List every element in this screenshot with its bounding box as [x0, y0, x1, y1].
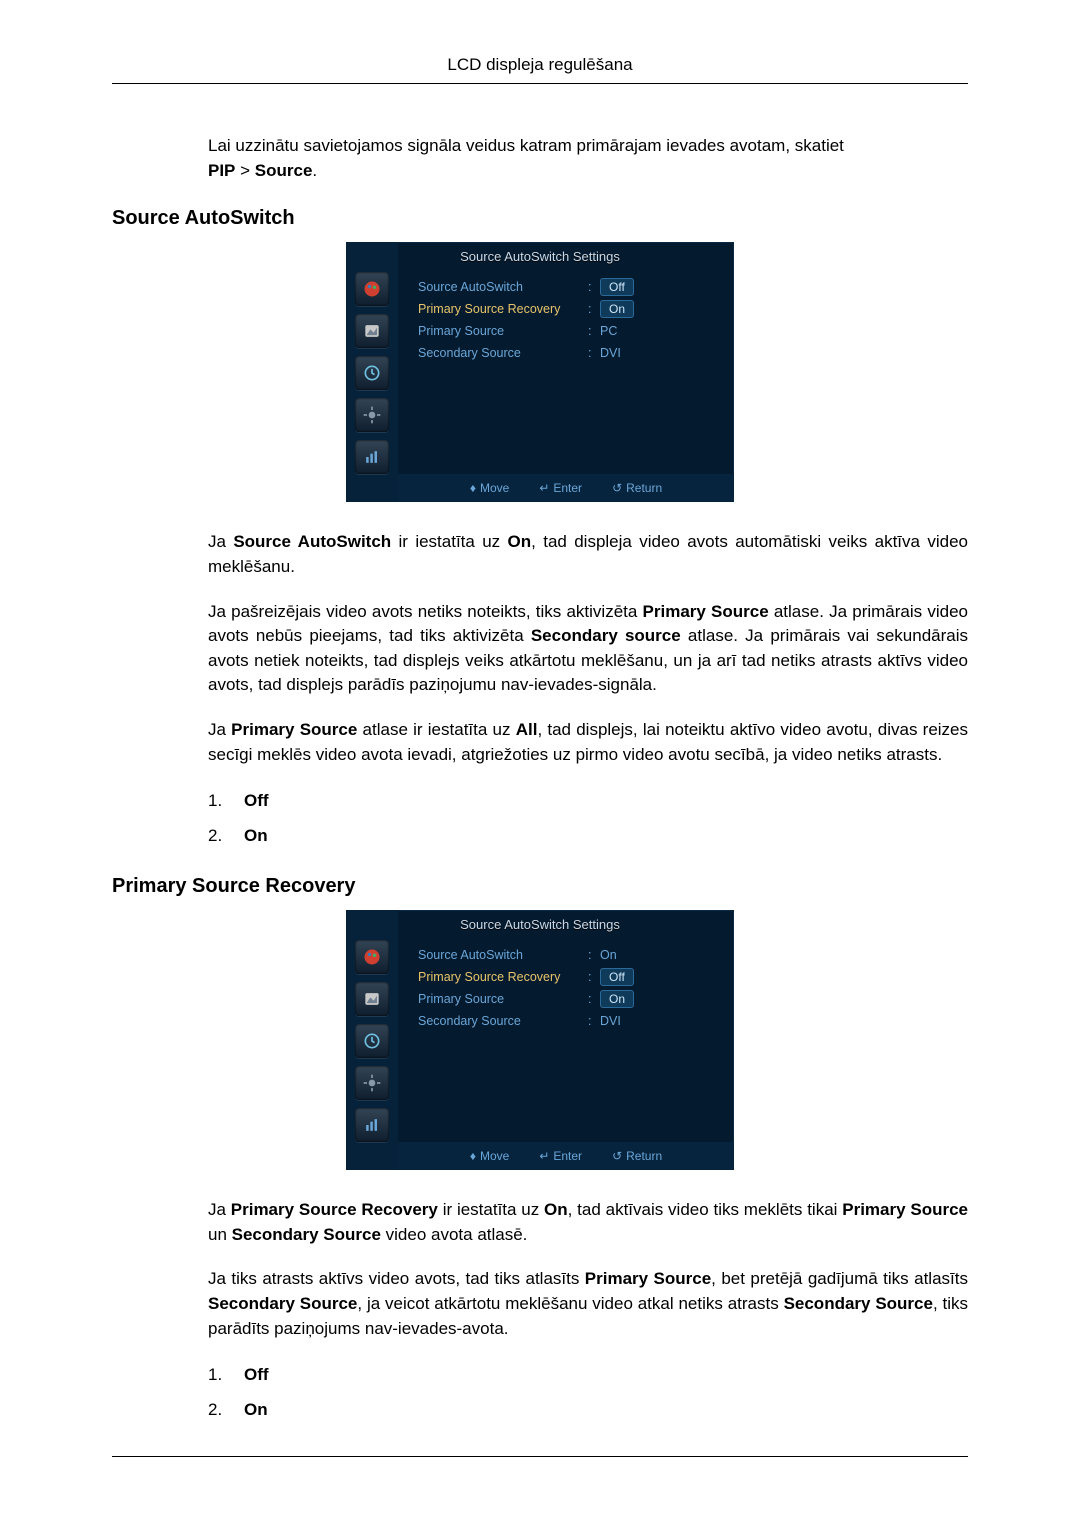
palette-icon: [355, 940, 389, 974]
chart-icon: [355, 440, 389, 474]
list-value: Off: [244, 787, 269, 816]
move-hint: ♦ Move: [470, 1149, 509, 1163]
osd-value: Off: [600, 968, 720, 986]
clock-icon: [355, 356, 389, 390]
list-value: On: [244, 822, 268, 851]
return-hint: ↺ Return: [612, 1149, 662, 1163]
list-item: 2. On: [208, 1396, 968, 1425]
osd-screenshot-2: Source AutoSwitch Settings Source AutoSw…: [112, 910, 968, 1170]
section-title-source-autoswitch: Source AutoSwitch: [112, 207, 968, 230]
osd-row: Primary Source Recovery : Off: [418, 966, 720, 988]
return-hint: ↺ Return: [612, 481, 662, 495]
osd-value: PC: [600, 324, 720, 338]
osd-label: Primary Source: [418, 992, 588, 1006]
osd-row: Source AutoSwitch : On: [418, 944, 720, 966]
list-item: 1. Off: [208, 1361, 968, 1390]
osd-body: Source AutoSwitch : Off Primary Source R…: [398, 242, 734, 502]
list-num: 1.: [208, 1361, 226, 1390]
osd-value: DVI: [600, 1014, 720, 1028]
osd-label: Primary Source Recovery: [418, 970, 588, 984]
osd-label: Primary Source: [418, 324, 588, 338]
osd-sidebar: [346, 910, 398, 1170]
palette-icon: [355, 272, 389, 306]
osd-value: On: [600, 300, 720, 318]
intro-gt: >: [235, 161, 254, 180]
list-value: On: [244, 1396, 268, 1425]
list-value: Off: [244, 1361, 269, 1390]
intro-period: .: [312, 161, 317, 180]
osd-value: On: [600, 990, 720, 1008]
clock-icon: [355, 1024, 389, 1058]
list-item: 1. Off: [208, 787, 968, 816]
osd-row: Primary Source : On: [418, 988, 720, 1010]
list-item: 2. On: [208, 822, 968, 851]
osd-label: Primary Source Recovery: [418, 302, 588, 316]
picture-icon: [355, 982, 389, 1016]
picture-icon: [355, 314, 389, 348]
osd-row: Secondary Source : DVI: [418, 342, 720, 364]
osd-row: Secondary Source : DVI: [418, 1010, 720, 1032]
osd-panel: Source AutoSwitch Settings Source AutoSw…: [346, 242, 734, 502]
osd-value: On: [600, 948, 720, 962]
enter-hint: ↵ Enter: [539, 481, 582, 495]
move-hint: ♦ Move: [470, 481, 509, 495]
osd-footer: ♦ Move ↵ Enter ↺ Return: [398, 474, 734, 502]
osd-value: Off: [600, 278, 720, 296]
chart-icon: [355, 1108, 389, 1142]
paragraph: Ja Source AutoSwitch ir iestatīta uz On,…: [208, 530, 968, 579]
list-num: 2.: [208, 822, 226, 851]
osd-footer: ♦ Move ↵ Enter ↺ Return: [398, 1142, 734, 1170]
intro-pip: PIP: [208, 161, 235, 180]
page: LCD displeja regulēšana Lai uzzinātu sav…: [0, 0, 1080, 1527]
osd-row: Primary Source Recovery : On: [418, 298, 720, 320]
osd-label: Secondary Source: [418, 1014, 588, 1028]
paragraph: Ja Primary Source atlase ir iestatīta uz…: [208, 718, 968, 767]
osd-value: DVI: [600, 346, 720, 360]
page-header: LCD displeja regulēšana: [112, 55, 968, 84]
list-num: 1.: [208, 787, 226, 816]
osd-row: Primary Source : PC: [418, 320, 720, 342]
section-title-primary-source-recovery: Primary Source Recovery: [112, 875, 968, 898]
intro-line1: Lai uzzinātu savietojamos signāla veidus…: [208, 136, 844, 155]
osd-row: Source AutoSwitch : Off: [418, 276, 720, 298]
osd-body: Source AutoSwitch : On Primary Source Re…: [398, 910, 734, 1170]
list-num: 2.: [208, 1396, 226, 1425]
osd-sidebar: [346, 242, 398, 502]
paragraph: Ja tiks atrasts aktīvs video avots, tad …: [208, 1267, 968, 1341]
osd-label: Secondary Source: [418, 346, 588, 360]
osd-label: Source AutoSwitch: [418, 948, 588, 962]
gear-icon: [355, 1066, 389, 1100]
paragraph: Ja Primary Source Recovery ir iestatīta …: [208, 1198, 968, 1247]
osd-label: Source AutoSwitch: [418, 280, 588, 294]
osd-panel: Source AutoSwitch Settings Source AutoSw…: [346, 910, 734, 1170]
osd-screenshot-1: Source AutoSwitch Settings Source AutoSw…: [112, 242, 968, 502]
footer-rule: [112, 1456, 968, 1457]
intro-paragraph: Lai uzzinātu savietojamos signāla veidus…: [208, 134, 968, 183]
enter-hint: ↵ Enter: [539, 1149, 582, 1163]
gear-icon: [355, 398, 389, 432]
paragraph: Ja pašreizējais video avots netiks notei…: [208, 600, 968, 699]
intro-source: Source: [255, 161, 313, 180]
